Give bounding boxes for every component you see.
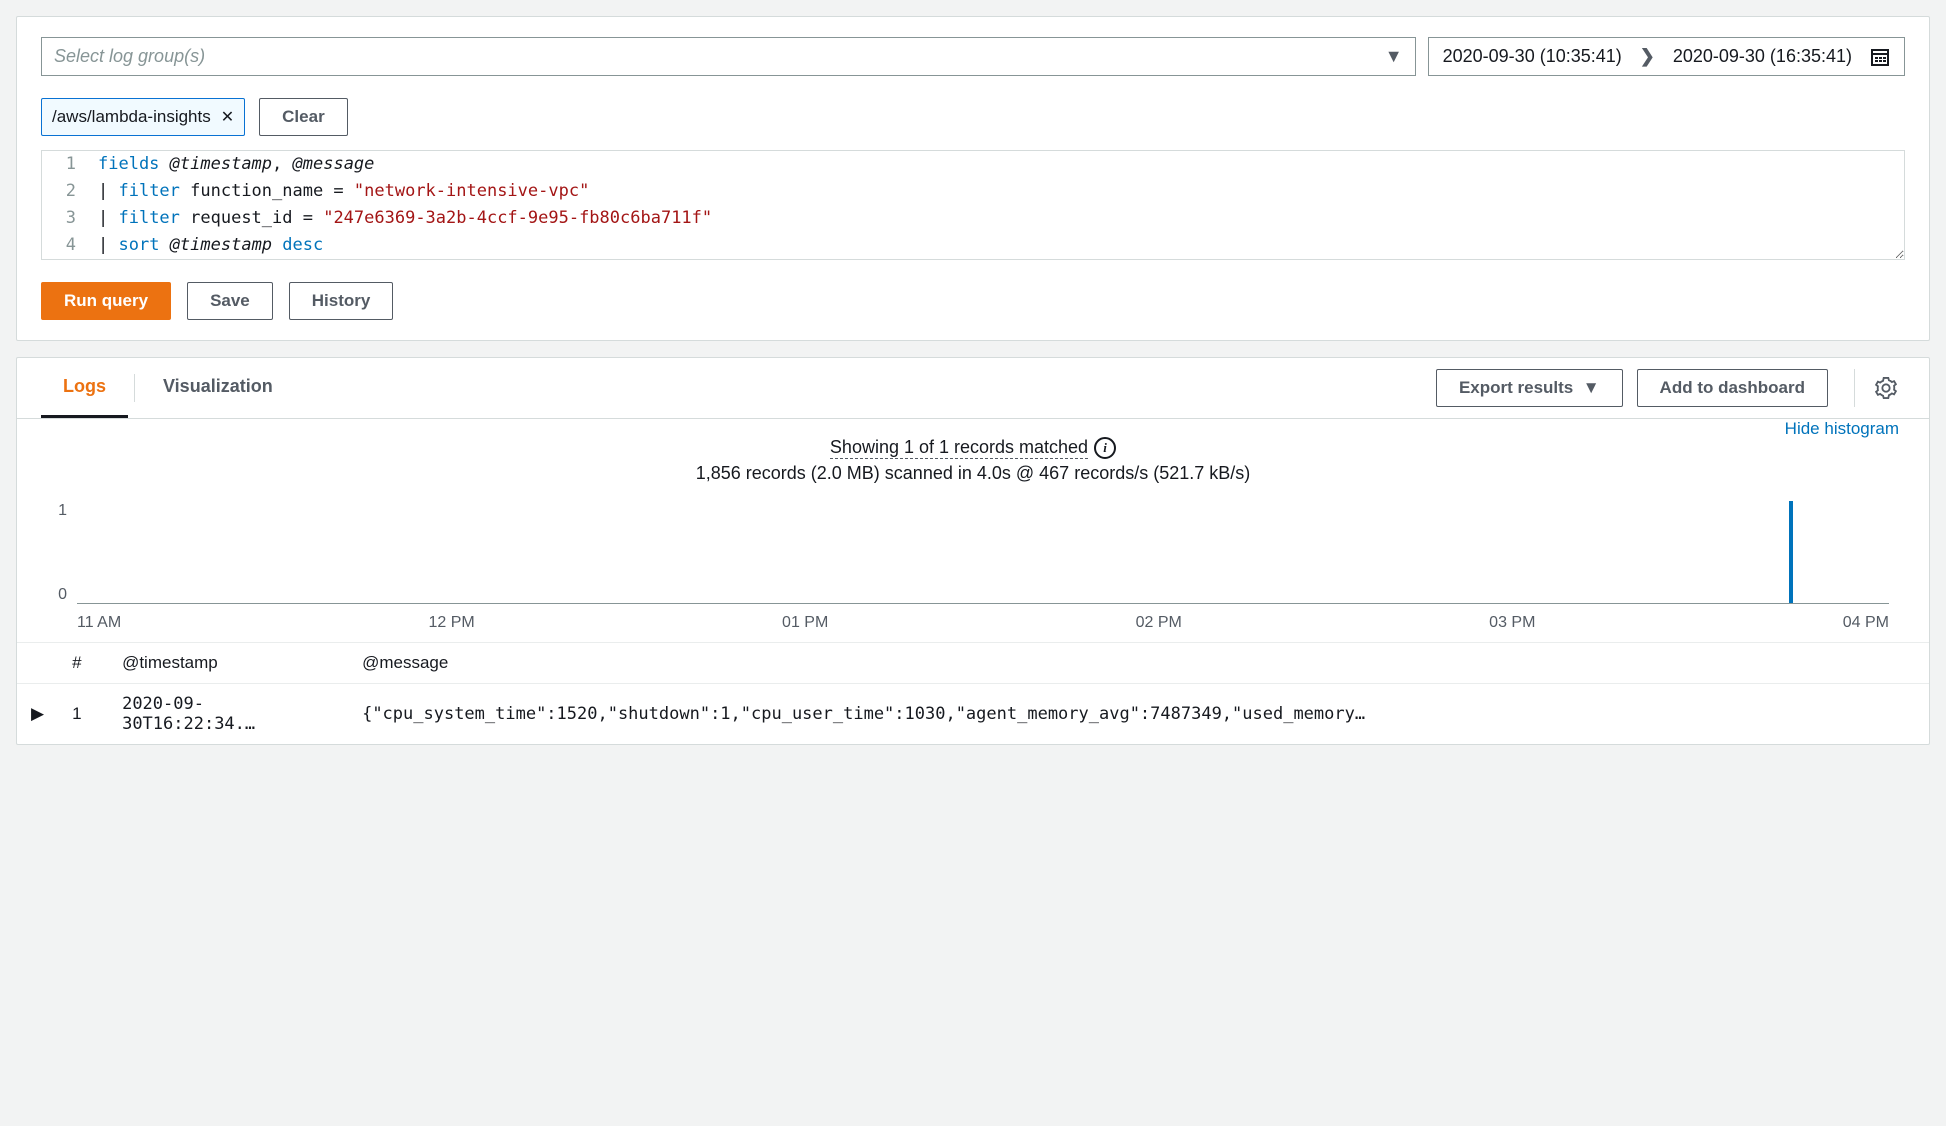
chip-label: /aws/lambda-insights bbox=[52, 107, 211, 127]
col-message-header[interactable]: @message bbox=[348, 643, 1929, 684]
export-label: Export results bbox=[1459, 378, 1573, 398]
line-number: 2 bbox=[42, 178, 86, 205]
x-axis-labels: 11 AM 12 PM 01 PM 02 PM 03 PM 04 PM bbox=[77, 614, 1889, 632]
chevron-down-icon: ▼ bbox=[1583, 378, 1600, 398]
date-from: 2020-09-30 (10:35:41) bbox=[1443, 46, 1622, 67]
line-number: 4 bbox=[42, 232, 86, 259]
log-group-select[interactable]: Select log group(s) ▼ bbox=[41, 37, 1416, 76]
gear-icon[interactable] bbox=[1854, 369, 1905, 407]
tab-divider bbox=[134, 374, 135, 402]
summary-scanned: 1,856 records (2.0 MB) scanned in 4.0s @… bbox=[65, 463, 1881, 484]
table-row[interactable]: ▶ 12020-09-30T16:22:34.…{"cpu_system_time… bbox=[17, 684, 1929, 745]
results-table: # @timestamp @message ▶ 12020-09-30T16:22… bbox=[17, 642, 1929, 744]
query-editor[interactable]: 1fields @timestamp, @message2| filter fu… bbox=[41, 150, 1905, 260]
tab-logs[interactable]: Logs bbox=[41, 358, 128, 418]
y-tick: 1 bbox=[58, 502, 67, 520]
calendar-icon bbox=[1870, 47, 1890, 67]
histogram-bar bbox=[1789, 501, 1793, 603]
tabs-bar: Logs Visualization Export results ▼ Add … bbox=[17, 358, 1929, 419]
results-summary: Showing 1 of 1 records matched i 1,856 r… bbox=[47, 419, 1899, 502]
histogram-chart: 1 0 11 AM12 PM01 PM02 PM03 PM04 PM bbox=[77, 502, 1889, 632]
tab-visualization[interactable]: Visualization bbox=[141, 358, 295, 418]
chevron-down-icon: ▼ bbox=[1385, 46, 1403, 67]
summary-matched: Showing 1 of 1 records matched bbox=[830, 437, 1088, 459]
chevron-right-icon: ❯ bbox=[1640, 46, 1655, 67]
selected-log-group-chip: /aws/lambda-insights ✕ bbox=[41, 98, 245, 136]
x-tick-label: 12 PM bbox=[428, 614, 474, 632]
add-to-dashboard-button[interactable]: Add to dashboard bbox=[1637, 369, 1828, 407]
save-button[interactable]: Save bbox=[187, 282, 273, 320]
info-icon[interactable]: i bbox=[1094, 437, 1116, 459]
code-line[interactable]: | filter function_name = "network-intens… bbox=[86, 178, 1904, 205]
run-query-button[interactable]: Run query bbox=[41, 282, 171, 320]
expand-caret-icon[interactable]: ▶ bbox=[31, 704, 44, 724]
x-tick-label: 11 AM bbox=[77, 614, 121, 632]
code-line[interactable]: | filter request_id = "247e6369-3a2b-4cc… bbox=[86, 205, 1904, 232]
line-number: 1 bbox=[42, 151, 86, 178]
col-timestamp-header[interactable]: @timestamp bbox=[108, 643, 348, 684]
row-num: 1 bbox=[58, 684, 108, 745]
code-line[interactable]: | sort @timestamp desc bbox=[86, 232, 1904, 259]
col-expand bbox=[17, 643, 58, 684]
export-results-button[interactable]: Export results ▼ bbox=[1436, 369, 1623, 407]
row-timestamp: 2020-09-30T16:22:34.… bbox=[108, 684, 348, 745]
y-axis: 1 0 bbox=[47, 502, 67, 604]
hide-histogram-link[interactable]: Hide histogram bbox=[1785, 419, 1899, 439]
results-panel: Logs Visualization Export results ▼ Add … bbox=[16, 357, 1930, 745]
x-tick-label: 01 PM bbox=[782, 614, 828, 632]
line-number: 3 bbox=[42, 205, 86, 232]
date-to: 2020-09-30 (16:35:41) bbox=[1673, 46, 1852, 67]
history-button[interactable]: History bbox=[289, 282, 394, 320]
code-line[interactable]: fields @timestamp, @message bbox=[86, 151, 1904, 178]
date-range-picker[interactable]: 2020-09-30 (10:35:41) ❯ 2020-09-30 (16:3… bbox=[1428, 37, 1905, 76]
x-tick-label: 04 PM bbox=[1843, 614, 1889, 632]
log-group-placeholder: Select log group(s) bbox=[54, 46, 205, 67]
row-message: {"cpu_system_time":1520,"shutdown":1,"cp… bbox=[348, 684, 1929, 745]
x-axis-line bbox=[77, 603, 1889, 604]
query-panel: Select log group(s) ▼ 2020-09-30 (10:35:… bbox=[16, 16, 1930, 341]
clear-button[interactable]: Clear bbox=[259, 98, 348, 136]
col-num-header[interactable]: # bbox=[58, 643, 108, 684]
x-tick-label: 02 PM bbox=[1136, 614, 1182, 632]
x-tick-label: 03 PM bbox=[1489, 614, 1535, 632]
y-tick: 0 bbox=[58, 586, 67, 604]
close-icon[interactable]: ✕ bbox=[221, 107, 234, 127]
